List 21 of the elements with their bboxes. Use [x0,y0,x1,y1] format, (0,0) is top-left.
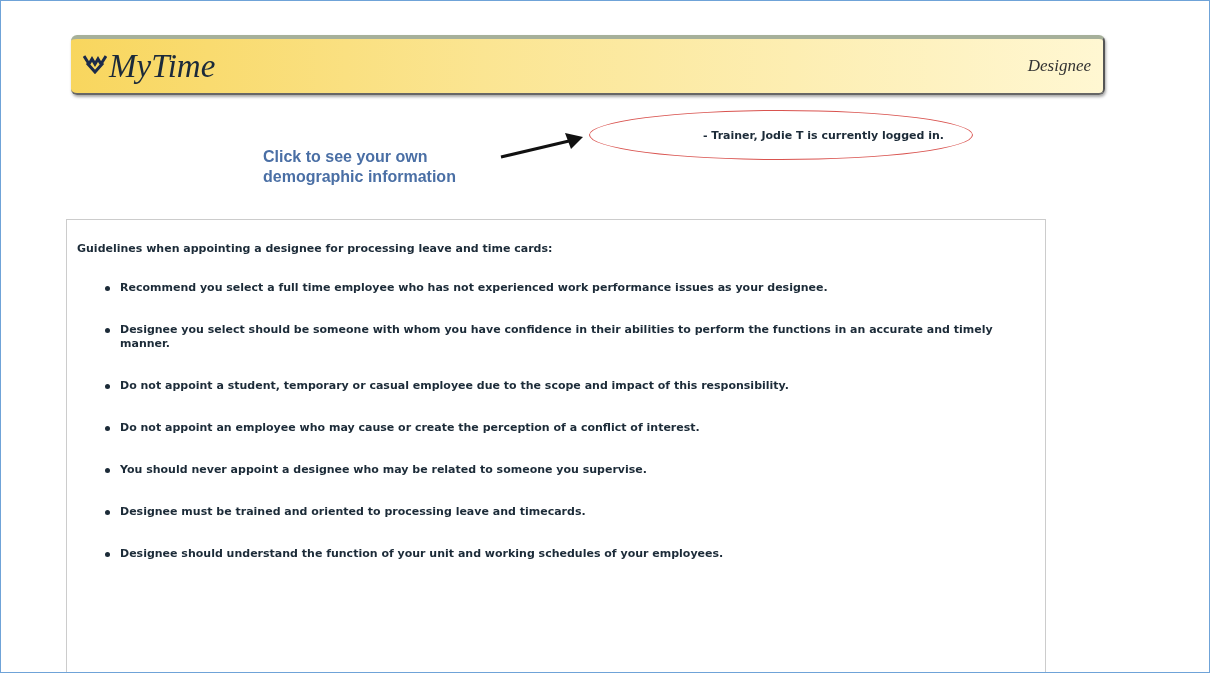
guideline-text: Do not appoint a student, temporary or casual employee due to the scope and impact of this responsibility. [120,379,790,393]
guideline-text: Designee should understand the function of your unit and working schedules of your employees. [120,547,725,561]
guideline-text: Recommend you select a full time employee who has not experienced work performance issues as your designee. [120,281,829,295]
bullet-icon [105,510,110,515]
arrow-icon [499,131,585,161]
guideline-text: Designee must be trained and oriented to processing leave and timecards. [120,505,587,519]
guideline-text: You should never appoint a designee who may be related to someone you supervise. [120,463,648,477]
login-status-link[interactable]: - Trainer, Jodie T is currently logged in. [702,128,944,142]
page-title: Designee [1027,56,1091,76]
guideline-text: Do not appoint an employee who may cause or create the perception of a conflict of interest. [120,421,701,435]
bullet-icon [105,468,110,473]
logo-icon [83,53,107,74]
app-title: MyTime [109,47,216,85]
callout-text: Click to see your own demographic information [263,147,456,187]
guideline-text: Designee you select should be someone with whom you have confidence in their abilities to perform the functions in an accurate and timely manner. [120,323,994,351]
bullet-icon [105,384,110,389]
bullet-icon [105,552,110,557]
bullet-icon [105,426,110,431]
bullet-icon [105,286,110,291]
guidelines-heading: Guidelines when appointing a designee for processing leave and time cards: [77,242,554,255]
bullet-icon [105,328,110,333]
